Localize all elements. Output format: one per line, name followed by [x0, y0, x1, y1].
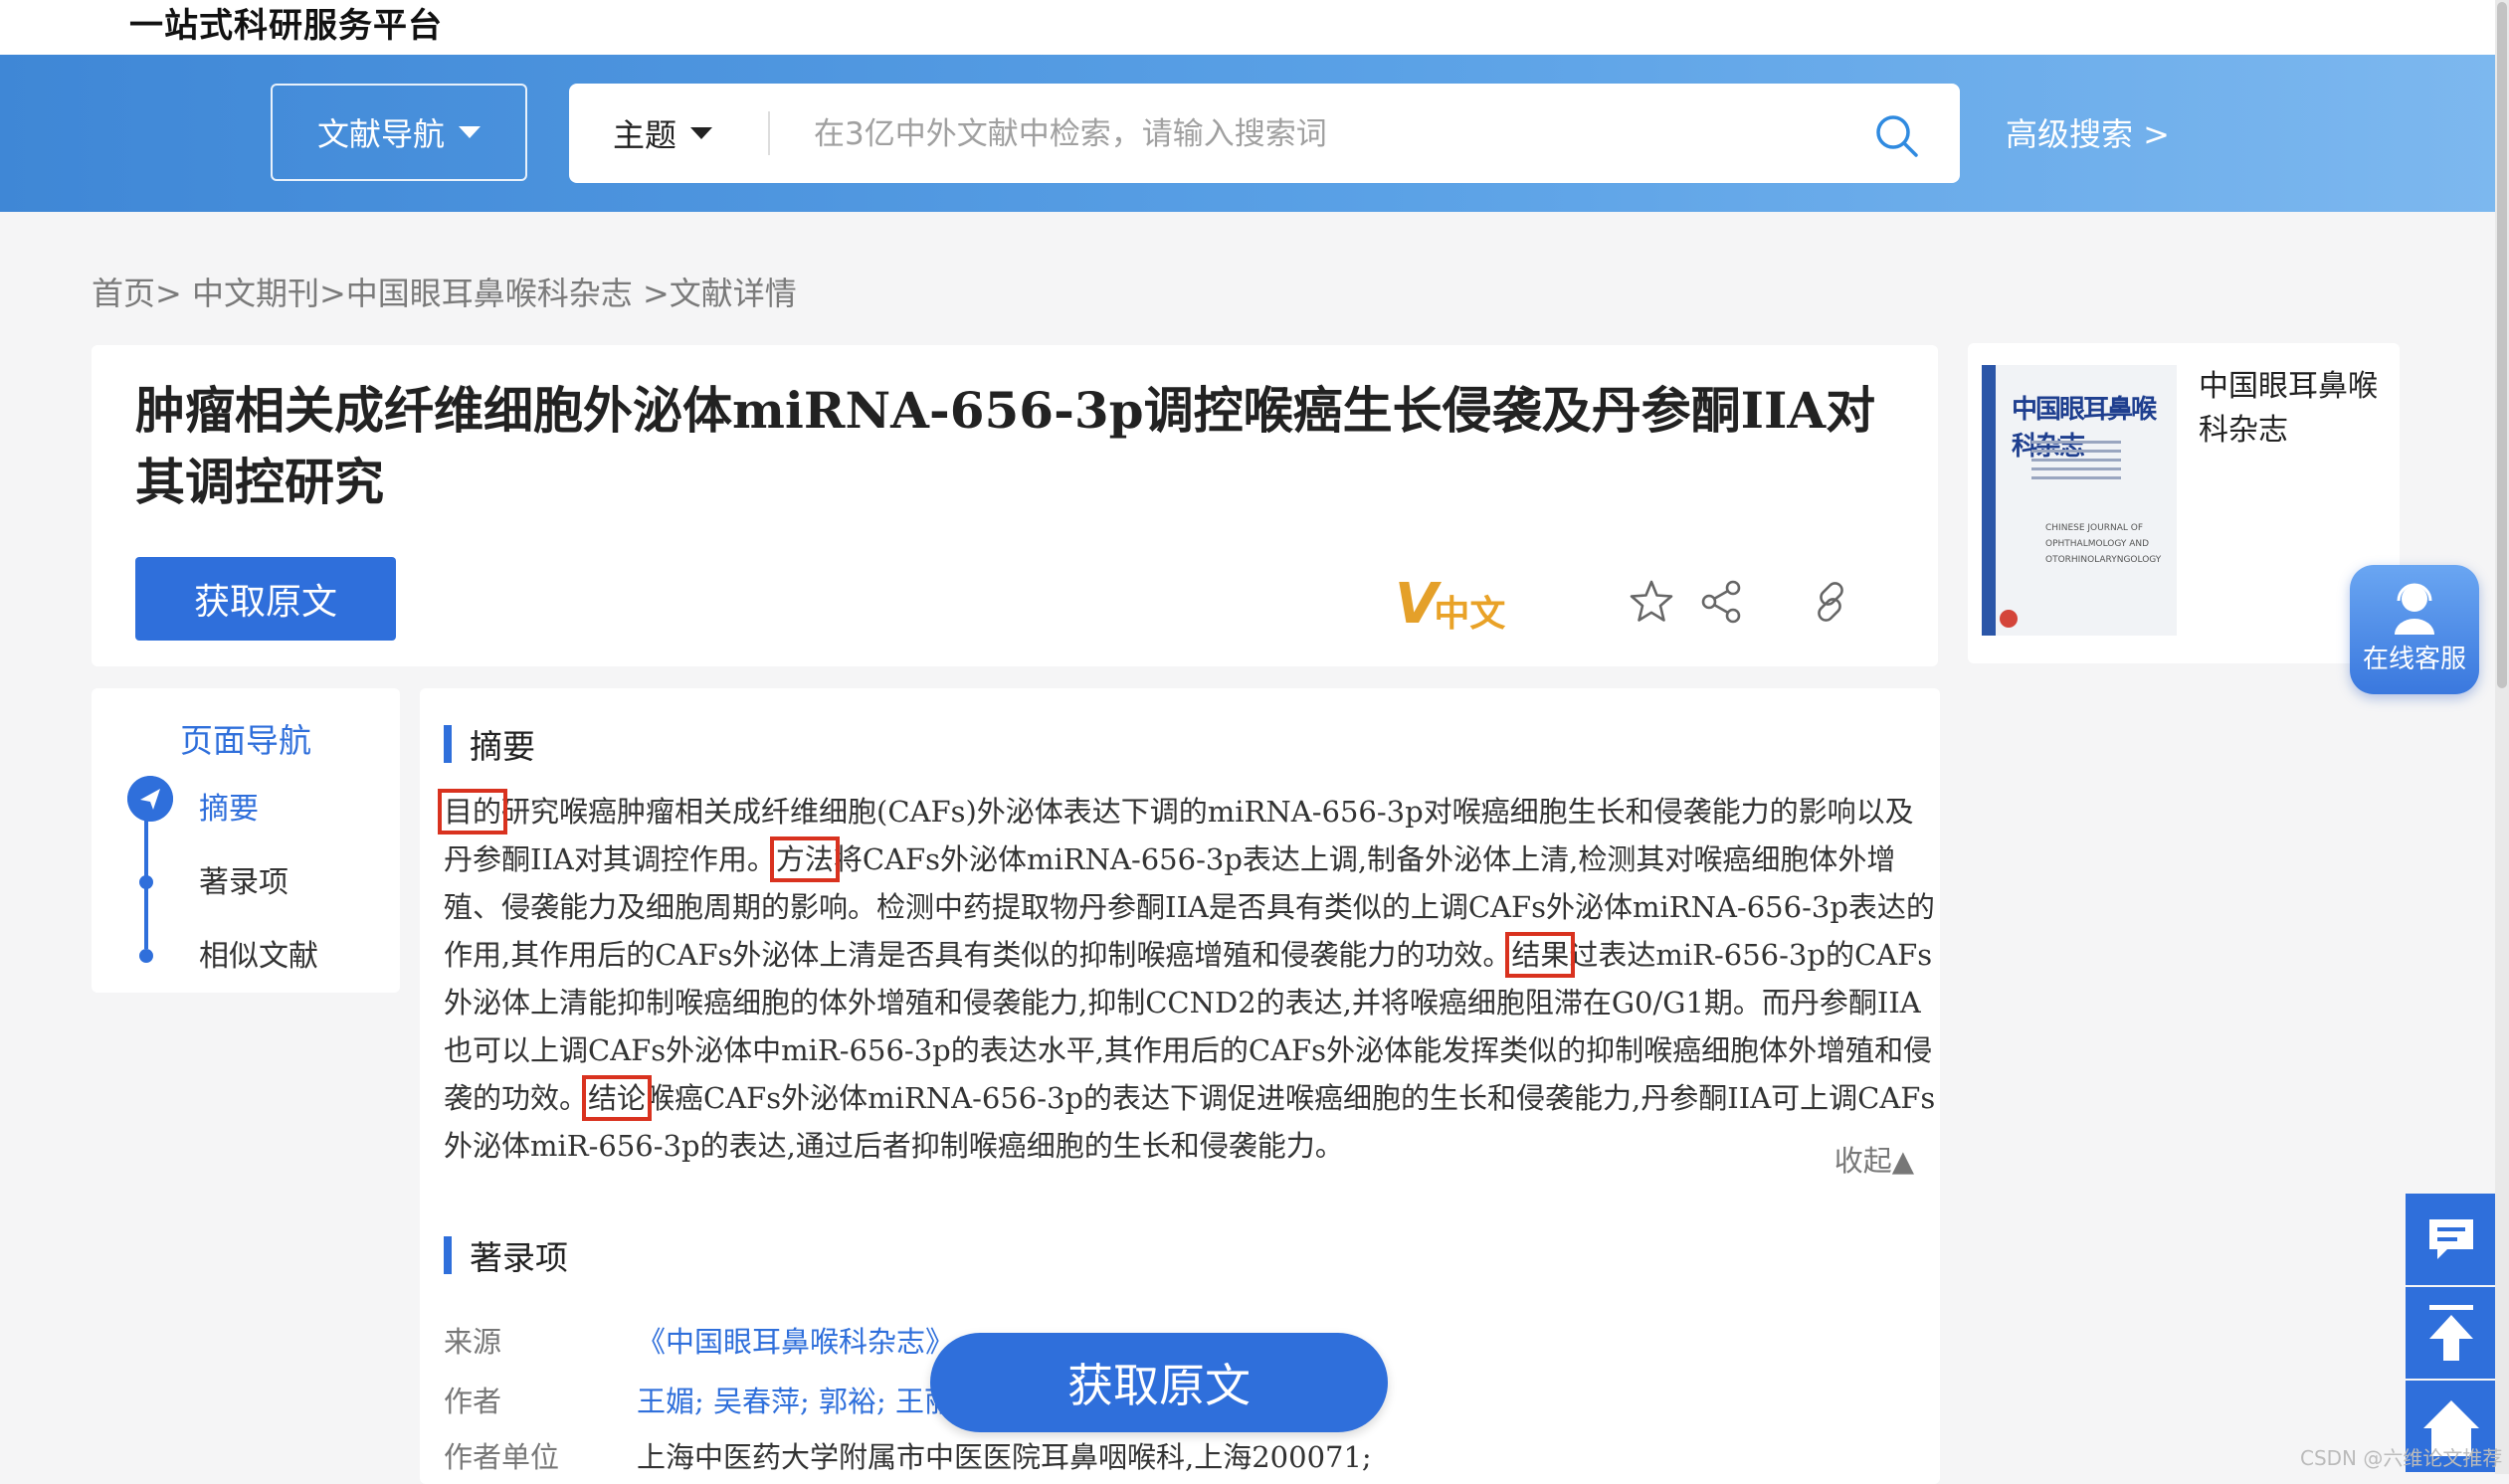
headset-icon: [2395, 583, 2434, 635]
share-icon[interactable]: [1695, 576, 1747, 628]
affiliation-value: 上海中医药大学附属市中医医院耳鼻咽喉科,上海200071;: [637, 1440, 1372, 1474]
page-navigation-title: 页面导航: [180, 721, 311, 760]
online-service-button[interactable]: 在线客服: [2350, 565, 2479, 694]
brand-slogan: 一站式科研服务平台: [129, 6, 443, 46]
navigation-arrow-icon: [127, 776, 173, 822]
scrollbar-thumb[interactable]: [2497, 2, 2507, 688]
abstract-conclusion: 喉癌CAFs外泌体miRNA-656-3p的表达下调促进喉癌细胞的生长和侵袭能力…: [444, 1081, 1936, 1163]
divider: [768, 111, 770, 155]
author-links[interactable]: 王媚; 吴春萍; 郭裕; 王丽: [637, 1379, 953, 1420]
search-input[interactable]: [812, 103, 1811, 165]
highlight-method: 方法: [769, 836, 840, 882]
nav-item-bibliography[interactable]: 著录项: [199, 857, 289, 901]
cover-english-title: CHINESE JOURNAL OF OPHTHALMOLOGY AND OTO…: [2045, 523, 2162, 565]
literature-nav-label: 文献导航: [316, 115, 445, 153]
source-link[interactable]: 《中国眼耳鼻喉科杂志》: [637, 1319, 954, 1361]
search-icon[interactable]: [1872, 111, 1920, 159]
literature-nav-button[interactable]: 文献导航: [271, 84, 527, 181]
watermark: CSDN @六维论文推荐: [2300, 1446, 2503, 1470]
link-icon[interactable]: [1805, 576, 1856, 628]
journal-cover-image[interactable]: 中国眼耳鼻喉科杂志 CHINESE JOURNAL OF OPHTHALMOLO…: [1982, 365, 2177, 636]
bibliography-heading-label: 著录项: [470, 1238, 568, 1277]
bibliography-heading: 著录项: [444, 1231, 568, 1279]
top-header: 一站式科研服务平台: [0, 0, 2509, 55]
arrow-up-icon: [2429, 1305, 2473, 1361]
search-scope-label: 主题: [613, 116, 677, 154]
abstract-heading-label: 摘要: [470, 727, 535, 766]
journal-name-link[interactable]: 中国眼耳鼻喉科杂志: [2199, 365, 2388, 453]
nav-dot: [139, 949, 153, 963]
star-icon[interactable]: [1626, 576, 1677, 628]
search-scope-select[interactable]: 主题: [613, 84, 713, 183]
abstract-text: 目的研究喉癌肿瘤相关成纤维细胞(CAFs)外泌体表达下调的miRNA-656-3…: [437, 788, 1936, 1170]
highlight-result: 结果: [1505, 932, 1576, 978]
highlight-conclusion: 结论: [582, 1075, 653, 1121]
feedback-button[interactable]: [2406, 1194, 2497, 1285]
affiliation-label: 作者单位: [444, 1440, 560, 1474]
source-label: 来源: [444, 1325, 502, 1359]
floating-get-fulltext-button[interactable]: 获取原文: [930, 1333, 1388, 1432]
nav-item-similar[interactable]: 相似文献: [199, 931, 318, 975]
article-header-card: 肿瘤相关成纤维细胞外泌体miRNA-656-3p调控喉癌生长侵袭及丹参酮IIA对…: [92, 345, 1938, 666]
section-bar: [444, 1236, 452, 1274]
v-logo-icon: V: [1395, 572, 1439, 637]
advanced-search-link[interactable]: 高级搜索 >: [2006, 109, 2170, 155]
nav-dot: [139, 875, 153, 889]
back-to-top-button[interactable]: [2406, 1287, 2497, 1379]
highlight-purpose: 目的: [437, 789, 508, 835]
get-fulltext-button[interactable]: 获取原文: [135, 557, 396, 641]
breadcrumb[interactable]: 首页> 中文期刊>中国眼耳鼻喉科杂志 >文献详情: [92, 269, 797, 314]
collapse-button[interactable]: 收起▲: [1834, 1138, 1914, 1180]
chat-icon: [2429, 1219, 2473, 1259]
article-title: 肿瘤相关成纤维细胞外泌体miRNA-656-3p调控喉癌生长侵袭及丹参酮IIA对…: [135, 381, 1876, 511]
nav-timeline: [144, 800, 148, 949]
source-badge: V 中文: [1395, 572, 1505, 637]
nav-item-abstract[interactable]: 摘要: [199, 784, 259, 828]
section-bar: [444, 725, 452, 763]
page-navigation: 页面导航 摘要 著录项 相似文献: [92, 688, 400, 993]
source-badge-label: 中文: [1434, 594, 1506, 635]
cover-badge: [2000, 610, 2018, 628]
online-service-label: 在线客服: [2362, 645, 2466, 674]
search-box: 主题: [569, 84, 1960, 183]
caret-down-icon: [459, 126, 481, 138]
abstract-heading: 摘要: [444, 720, 535, 768]
journal-card[interactable]: 中国眼耳鼻喉科杂志 CHINESE JOURNAL OF OPHTHALMOLO…: [1968, 343, 2400, 663]
caret-down-icon: [690, 127, 713, 139]
author-label: 作者: [444, 1385, 502, 1418]
